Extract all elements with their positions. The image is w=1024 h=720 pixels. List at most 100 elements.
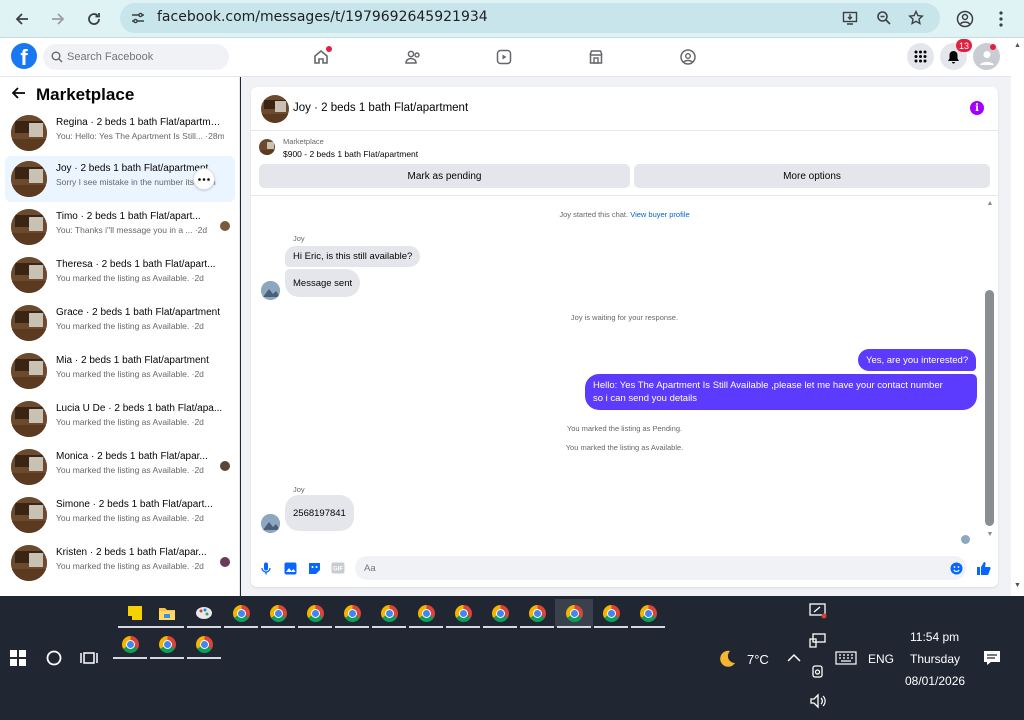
weather-moon-icon[interactable] <box>716 648 738 670</box>
mark-as-pending-button[interactable]: Mark as pending <box>259 164 630 188</box>
seen-avatar <box>220 557 230 567</box>
menu-grid-icon[interactable] <box>907 43 934 70</box>
paint-icon[interactable] <box>185 599 223 628</box>
search-input[interactable] <box>67 48 217 66</box>
chat-header: Joy · 2 beds 1 bath Flat/apartment i <box>251 87 998 131</box>
facebook-logo[interactable]: f <box>11 43 37 69</box>
chat-title[interactable]: Joy · 2 beds 1 bath Flat/apartment <box>293 102 468 114</box>
site-info-icon[interactable] <box>130 10 146 26</box>
url-text[interactable]: facebook.com/messages/t/1979692645921934 <box>157 9 488 25</box>
install-app-icon[interactable] <box>840 8 860 28</box>
outgoing-message[interactable]: Hello: Yes The Apartment Is Still Availa… <box>585 374 977 410</box>
back-arrow-icon[interactable] <box>8 5 36 33</box>
chrome-icon[interactable] <box>333 599 371 628</box>
conversation-item[interactable]: Regina · 2 beds 1 bath Flat/apartment Yo… <box>5 110 235 156</box>
chrome-icon[interactable] <box>370 599 408 628</box>
chrome-icon[interactable] <box>222 599 260 628</box>
page-scroll-up-arrow[interactable]: ▲ <box>1014 42 1021 49</box>
conversation-snippet: You marked the listing as Available. ·2d <box>56 321 204 331</box>
incoming-message[interactable]: Hi Eric, is this still available? <box>285 246 421 267</box>
groups-icon[interactable] <box>677 46 699 68</box>
scroll-down-arrow[interactable]: ▼ <box>985 531 995 538</box>
sticker-icon[interactable] <box>307 561 321 575</box>
menu-dots-icon[interactable] <box>988 6 1014 32</box>
account-notification-dot <box>990 44 996 50</box>
scroll-up-arrow[interactable]: ▲ <box>985 200 995 207</box>
volume-icon[interactable] <box>808 692 828 710</box>
task-view-icon[interactable] <box>79 648 99 668</box>
file-explorer-icon[interactable] <box>148 599 186 628</box>
weather-temperature[interactable]: 7°C <box>747 652 769 667</box>
emoji-icon[interactable] <box>949 561 963 575</box>
outgoing-message[interactable]: Yes, are you interested? <box>858 349 977 371</box>
joy-avatar[interactable] <box>261 514 280 533</box>
thumbs-up-icon[interactable] <box>975 560 991 576</box>
windows-start-icon[interactable] <box>8 648 28 668</box>
chevron-up-icon[interactable] <box>786 650 802 666</box>
conversation-item[interactable]: Grace · 2 beds 1 bath Flat/apartment You… <box>5 300 235 346</box>
more-options-button[interactable]: More options <box>634 164 990 188</box>
network-icon[interactable] <box>808 632 828 650</box>
conversation-item[interactable]: Theresa · 2 beds 1 bath Flat/apart... Yo… <box>5 252 235 298</box>
conversation-item[interactable]: Simone · 2 beds 1 bath Flat/apart... You… <box>5 492 235 538</box>
gif-icon[interactable]: GIF <box>331 561 345 575</box>
listing-price[interactable]: $900 - 2 beds 1 bath Flat/apartment <box>283 149 418 159</box>
marketplace-icon[interactable] <box>585 46 607 68</box>
chrome-icon[interactable] <box>481 599 519 628</box>
home-icon[interactable] <box>310 46 332 68</box>
chrome-icon[interactable] <box>444 599 482 628</box>
page-scrollbar[interactable]: ▲ ▼ <box>1011 38 1024 596</box>
joy-avatar[interactable] <box>261 281 280 300</box>
incoming-message[interactable]: 2568197841 <box>285 495 354 531</box>
chrome-icon[interactable] <box>185 630 223 659</box>
conversation-snippet: You marked the listing as Available. ·2d <box>56 465 204 475</box>
page-scroll-down-arrow[interactable]: ▼ <box>1014 582 1021 589</box>
address-bar[interactable]: facebook.com/messages/t/1979692645921934 <box>120 3 940 33</box>
meet-now-icon[interactable] <box>808 662 828 680</box>
clock-time[interactable]: 11:54 pm <box>910 630 959 644</box>
conversation-item[interactable]: Mia · 2 beds 1 bath Flat/apartment You m… <box>5 348 235 394</box>
info-icon[interactable]: i <box>970 101 984 115</box>
chrome-icon[interactable] <box>296 599 334 628</box>
chat-listing-avatar[interactable] <box>261 95 289 123</box>
friends-icon[interactable] <box>402 46 424 68</box>
chrome-icon[interactable] <box>407 599 445 628</box>
chrome-icon-active[interactable] <box>555 599 593 628</box>
chrome-icon[interactable] <box>148 630 186 659</box>
search-circle-icon[interactable] <box>44 648 64 668</box>
conversation-item[interactable]: Timo · 2 beds 1 bath Flat/apart... You: … <box>5 204 235 250</box>
conversation-item[interactable]: Lucia U De · 2 beds 1 bath Flat/apa... Y… <box>5 396 235 442</box>
zoom-icon[interactable] <box>874 8 894 28</box>
language-indicator[interactable]: ENG <box>868 652 894 666</box>
action-center-icon[interactable] <box>982 648 1002 668</box>
reload-icon[interactable] <box>80 5 108 33</box>
chat-scrollbar-thumb[interactable] <box>985 290 994 526</box>
search-box[interactable] <box>43 44 229 70</box>
more-options-icon[interactable] <box>193 168 215 190</box>
forward-arrow-icon[interactable] <box>44 5 72 33</box>
listing-thumbnail <box>11 257 47 293</box>
browser-toolbar: facebook.com/messages/t/1979692645921934 <box>0 0 1024 38</box>
clock-date[interactable]: 08/01/2026 <box>905 674 965 688</box>
profile-icon[interactable] <box>952 6 978 32</box>
chrome-icon[interactable] <box>518 599 556 628</box>
clock-day[interactable]: Thursday <box>910 652 960 666</box>
bookmark-star-icon[interactable] <box>906 8 926 28</box>
listing-thumbnail <box>11 115 47 151</box>
microphone-icon[interactable] <box>259 561 273 575</box>
screen-share-icon[interactable] <box>808 602 828 620</box>
back-arrow-icon[interactable] <box>11 86 26 104</box>
chrome-icon[interactable] <box>592 599 630 628</box>
conversation-item[interactable]: Kristen · 2 beds 1 bath Flat/apar... You… <box>5 540 235 586</box>
photo-icon[interactable] <box>283 561 297 575</box>
view-buyer-profile-link[interactable]: View buyer profile <box>630 210 689 219</box>
keyboard-icon[interactable] <box>834 650 858 666</box>
chrome-icon[interactable] <box>111 630 149 659</box>
message-input[interactable] <box>355 556 966 580</box>
conversation-item-active[interactable]: Joy · 2 beds 1 bath Flat/apartment Sorry… <box>5 156 235 202</box>
incoming-message[interactable]: Message sent <box>285 269 361 297</box>
chrome-icon[interactable] <box>629 599 667 628</box>
conversation-item[interactable]: Monica · 2 beds 1 bath Flat/apar... You … <box>5 444 235 490</box>
chrome-icon[interactable] <box>259 599 297 628</box>
video-icon[interactable] <box>493 46 515 68</box>
